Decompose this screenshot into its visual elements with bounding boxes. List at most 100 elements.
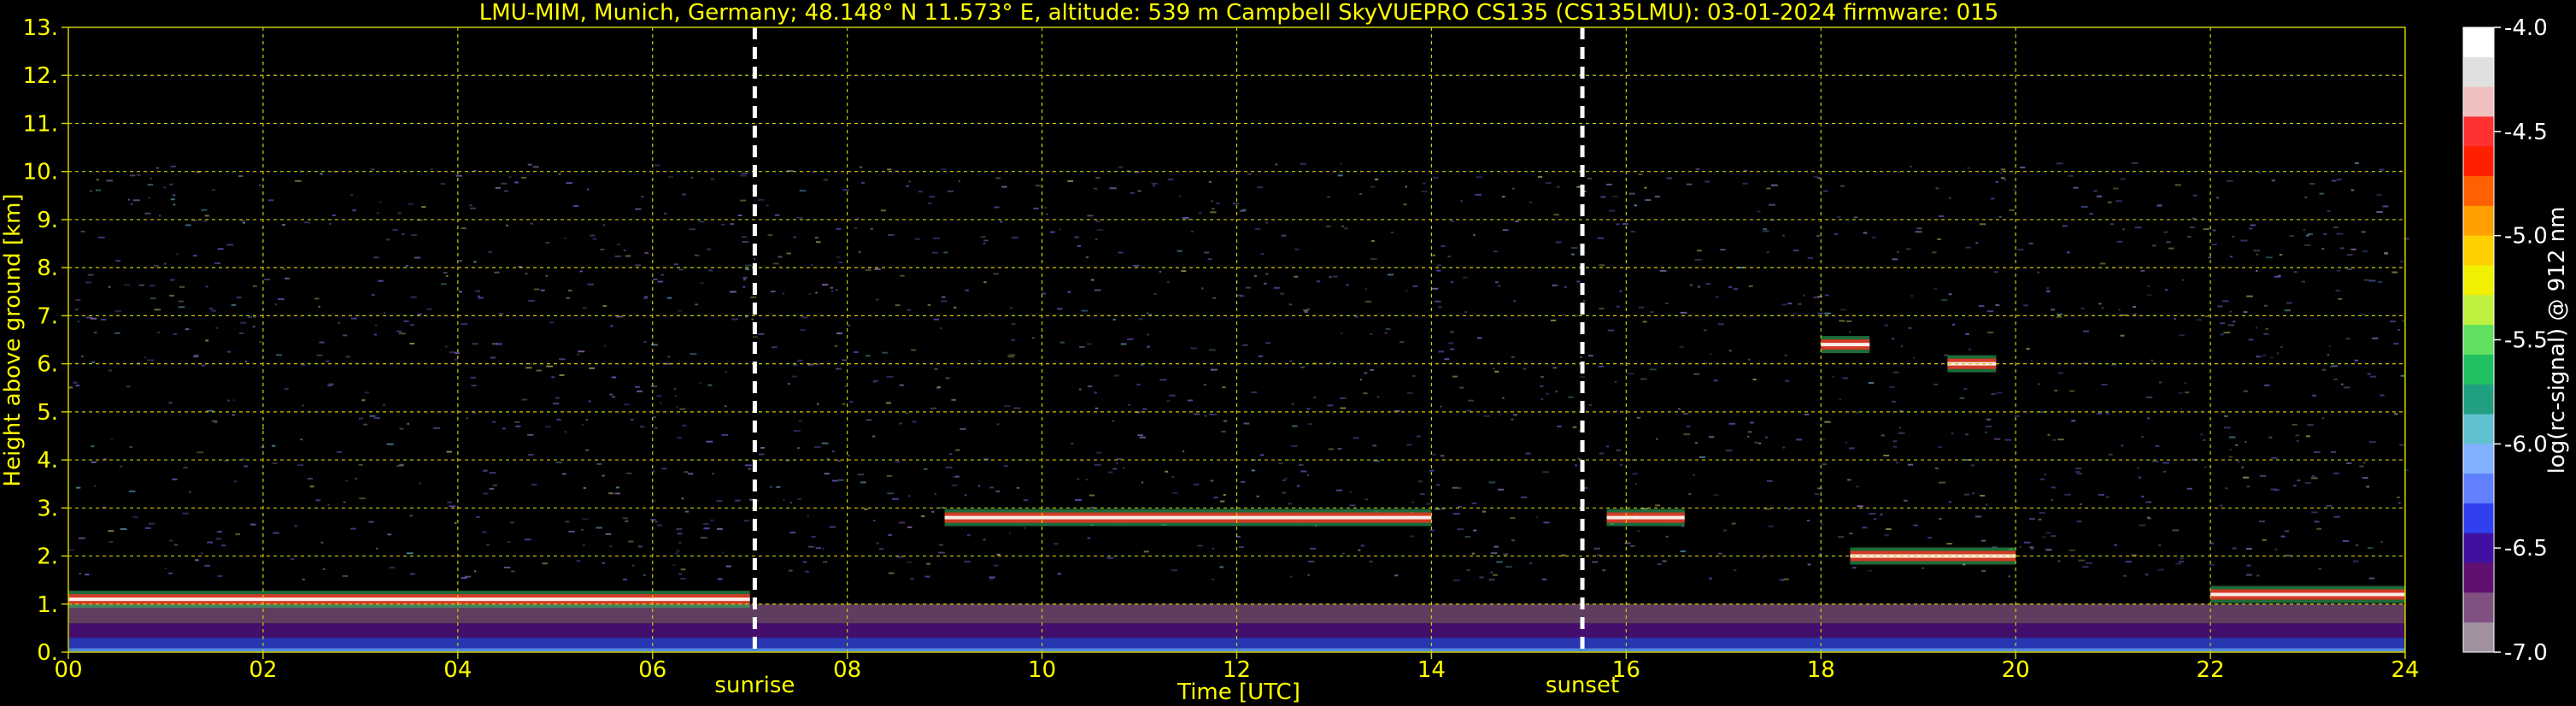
noise-speck — [2258, 172, 2261, 174]
noise-speck — [2327, 354, 2330, 356]
noise-speck — [1346, 284, 1349, 286]
noise-speck — [275, 354, 282, 356]
noise-speck — [378, 279, 384, 282]
noise-speck — [1340, 332, 1343, 334]
noise-speck — [1946, 543, 1953, 545]
noise-speck — [1479, 576, 1484, 579]
noise-speck — [1493, 574, 1498, 576]
noise-speck — [2212, 229, 2216, 232]
noise-speck — [815, 547, 822, 550]
noise-speck — [1784, 354, 1787, 356]
noise-speck — [68, 386, 73, 389]
noise-speck — [1494, 370, 1499, 373]
noise-speck — [1892, 445, 1897, 448]
noise-speck — [1655, 504, 1660, 507]
noise-speck — [1762, 230, 1769, 232]
noise-speck — [2051, 535, 2057, 538]
noise-speck — [1149, 313, 1152, 315]
noise-speck — [126, 385, 131, 388]
noise-speck — [1771, 184, 1778, 186]
noise-speck — [2116, 240, 2123, 243]
noise-speck — [2138, 476, 2142, 479]
noise-speck — [531, 484, 537, 485]
noise-speck — [2108, 453, 2113, 456]
noise-speck — [1288, 303, 1293, 306]
noise-speck — [1159, 270, 1161, 273]
noise-speck — [1818, 438, 1826, 441]
noise-speck — [471, 385, 477, 387]
noise-speck — [1095, 177, 1100, 179]
noise-speck — [1624, 542, 1631, 544]
noise-speck — [159, 215, 161, 217]
noise-speck — [176, 253, 179, 256]
noise-speck — [1390, 231, 1394, 233]
noise-speck — [2362, 462, 2366, 464]
noise-speck — [710, 178, 714, 180]
noise-speck — [2051, 486, 2056, 489]
noise-speck — [372, 294, 375, 296]
noise-speck — [2318, 568, 2321, 570]
noise-speck — [815, 291, 818, 294]
noise-speck — [2156, 204, 2162, 207]
noise-speck — [2152, 460, 2159, 462]
noise-speck — [1201, 287, 1204, 290]
noise-speck — [677, 437, 683, 439]
noise-speck — [1008, 354, 1016, 356]
noise-speck — [958, 180, 960, 183]
noise-speck — [1198, 212, 1202, 215]
noise-speck — [1118, 251, 1124, 254]
noise-speck — [940, 168, 947, 171]
noise-speck — [940, 327, 942, 329]
noise-speck — [1733, 288, 1739, 291]
noise-speck — [1697, 285, 1701, 288]
noise-speck — [1457, 528, 1464, 531]
noise-speck — [2089, 213, 2093, 215]
noise-speck — [1375, 178, 1379, 180]
noise-speck — [2304, 481, 2311, 484]
noise-speck — [1495, 281, 1499, 284]
noise-speck — [923, 468, 928, 470]
noise-speck — [1614, 380, 1617, 383]
noise-speck — [959, 427, 966, 430]
noise-speck — [678, 268, 684, 271]
noise-speck — [271, 444, 276, 447]
noise-speck — [2377, 280, 2383, 283]
noise-speck — [440, 183, 445, 185]
noise-speck — [717, 527, 723, 530]
noise-speck — [2262, 354, 2266, 356]
noise-speck — [454, 358, 458, 361]
noise-speck — [1553, 214, 1559, 216]
noise-speck — [2140, 269, 2145, 272]
noise-speck — [1147, 333, 1149, 336]
noise-speck — [490, 356, 496, 359]
noise-speck — [899, 384, 904, 386]
noise-speck — [2075, 468, 2082, 470]
noise-speck — [1948, 293, 1952, 296]
noise-speck — [1329, 276, 1332, 279]
noise-speck — [899, 521, 906, 524]
noise-speck — [1612, 195, 1618, 197]
noise-speck — [948, 453, 953, 456]
noise-speck — [1634, 483, 1638, 485]
noise-speck — [2097, 412, 2103, 415]
noise-speck — [2105, 496, 2110, 498]
noise-speck — [1251, 469, 1256, 472]
noise-speck — [1900, 345, 1903, 348]
noise-speck — [656, 524, 662, 527]
noise-speck — [1450, 221, 1454, 222]
noise-speck — [411, 234, 417, 237]
noise-speck — [1067, 291, 1071, 293]
noise-speck — [475, 290, 481, 292]
noise-speck — [1990, 197, 1995, 200]
noise-speck — [1642, 321, 1647, 323]
noise-speck — [1837, 215, 1841, 218]
noise-speck — [1240, 295, 1245, 297]
noise-speck — [2271, 179, 2275, 182]
noise-speck — [1817, 312, 1823, 315]
noise-speck — [836, 332, 843, 334]
noise-speck — [461, 227, 466, 230]
y-tick-label: 1. — [37, 592, 58, 618]
noise-speck — [656, 395, 662, 397]
noise-speck — [93, 332, 97, 334]
noise-speck — [1327, 196, 1330, 198]
